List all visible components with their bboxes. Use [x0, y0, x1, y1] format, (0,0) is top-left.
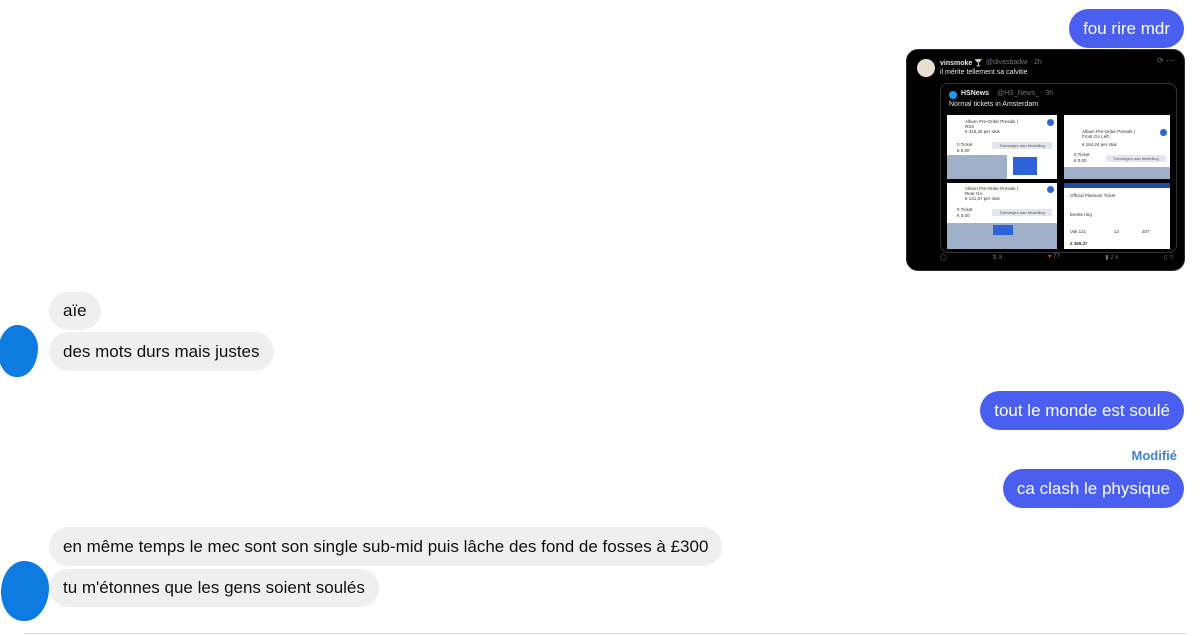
quote-author-name: HSNews [961, 90, 990, 97]
more-options-icon: ⟳ ⋯ [1157, 56, 1174, 65]
tweet-action-bar: ◯ ⇅ 8 ♥ 77 ▮ 2 k ▯ ⇧ [940, 254, 1174, 264]
message-bubble-incoming[interactable]: tu m'étonnes que les gens soient soulés [49, 569, 379, 607]
ticket-panel: Album Pre-Order Presale | Rear GA € 141,… [947, 183, 1057, 249]
composer-divider [24, 633, 1186, 634]
like-icon: ♥ 77 [1047, 254, 1060, 260]
tweet-author-avatar [917, 59, 935, 77]
contact-avatar[interactable] [0, 325, 38, 377]
message-bubble-outgoing[interactable]: ca clash le physique [1002, 469, 1184, 508]
views-icon: ▮ 2 k [1105, 255, 1119, 261]
quote-author-handle: @HS_News_ · 3h [997, 90, 1054, 97]
quote-text: Normal tickets in Amsterdam [949, 101, 1039, 108]
ticket-panel: Album Pre-Order Presale | RSS € 315,26 p… [947, 115, 1057, 179]
ticket-panel: Official Platinum Ticket Eerste ring Vak… [1064, 183, 1170, 249]
edited-label: Modifié [1131, 448, 1178, 463]
message-bubble-outgoing[interactable]: fou rire mdr [1069, 9, 1184, 48]
message-bubble-incoming[interactable]: aïe [49, 292, 101, 330]
tweet-screenshot-image[interactable]: vinsmoke 🍸 @divasbadwi · 2h ⟳ ⋯ il mérit… [906, 49, 1185, 271]
tweet-text: il mérite tellement sa calvitie [940, 69, 1028, 76]
message-bubble-incoming[interactable]: en même temps le mec sont son single sub… [49, 527, 723, 566]
message-bubble-incoming[interactable]: des mots durs mais justes [49, 332, 274, 371]
retweet-icon: ⇅ 8 [992, 255, 1003, 261]
bookmark-icon: ▯ ⇧ [1163, 255, 1174, 261]
ticket-panel: Album Pre-Order Presale | Front GA Left … [1064, 115, 1170, 179]
reply-icon: ◯ [940, 255, 947, 261]
tweet-author-name: vinsmoke 🍸 [940, 60, 983, 67]
contact-avatar[interactable] [1, 561, 49, 621]
quoted-tweet: HSNews @HS_News_ · 3h Normal tickets in … [940, 83, 1177, 253]
message-bubble-outgoing[interactable]: tout le monde est soulé [980, 391, 1184, 430]
quote-author-avatar [949, 91, 957, 99]
tweet-author-handle: @divasbadwi · 2h [986, 59, 1042, 66]
